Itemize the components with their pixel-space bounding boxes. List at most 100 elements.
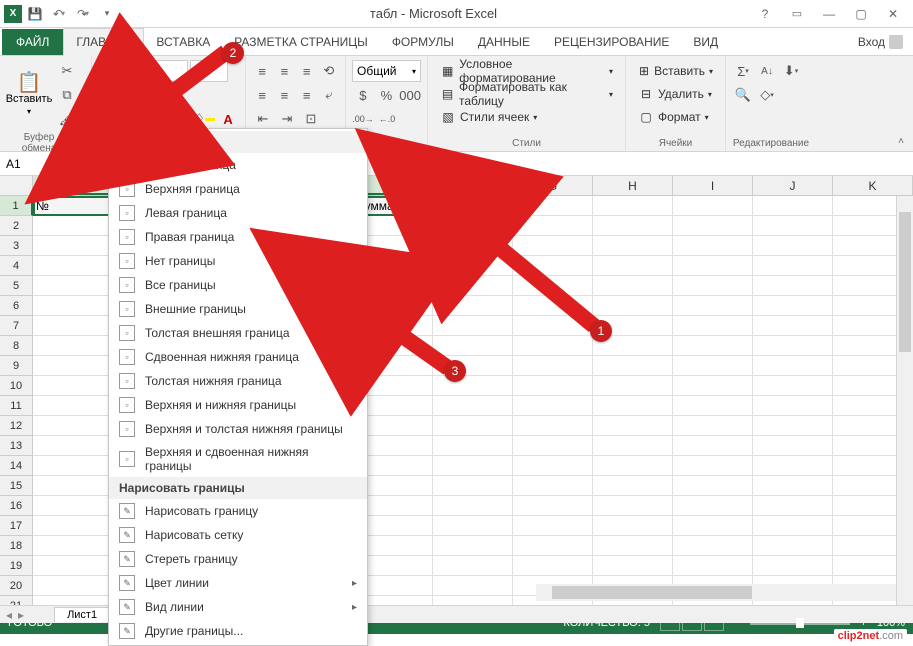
tab-formulas[interactable]: ФОРМУЛЫ bbox=[380, 29, 466, 55]
cell[interactable] bbox=[753, 496, 833, 516]
cell[interactable] bbox=[513, 316, 593, 336]
cell[interactable] bbox=[593, 416, 673, 436]
cell[interactable] bbox=[673, 256, 753, 276]
horizontal-scrollbar[interactable] bbox=[536, 584, 896, 601]
cell[interactable] bbox=[433, 516, 513, 536]
cell[interactable] bbox=[593, 236, 673, 256]
name-box[interactable]: A1 ▾ bbox=[0, 152, 100, 175]
cell[interactable] bbox=[753, 456, 833, 476]
menu-item[interactable]: ✎Нарисовать сетку bbox=[109, 523, 367, 547]
cell[interactable] bbox=[593, 516, 673, 536]
align-top-button[interactable]: ≡ bbox=[252, 60, 272, 82]
cell[interactable] bbox=[593, 396, 673, 416]
cell[interactable] bbox=[33, 576, 113, 596]
cell[interactable] bbox=[753, 536, 833, 556]
cell[interactable] bbox=[673, 536, 753, 556]
row-header[interactable]: 7 bbox=[0, 316, 33, 336]
minimize-button[interactable]: — bbox=[815, 3, 843, 25]
cell[interactable] bbox=[753, 256, 833, 276]
format-painter-button[interactable]: 🖌 bbox=[56, 108, 78, 130]
col-header-K[interactable]: K bbox=[833, 176, 913, 195]
cell[interactable] bbox=[673, 216, 753, 236]
signin-link[interactable]: Вход bbox=[848, 29, 913, 55]
menu-item[interactable]: ▫Правая граница bbox=[109, 225, 367, 249]
cell[interactable] bbox=[33, 416, 113, 436]
cell[interactable] bbox=[513, 336, 593, 356]
row-header[interactable]: 14 bbox=[0, 456, 33, 476]
cell[interactable] bbox=[593, 376, 673, 396]
vertical-scrollbar[interactable] bbox=[896, 196, 913, 614]
insert-cells-button[interactable]: ⊞Вставить▾ bbox=[632, 60, 719, 82]
cell[interactable] bbox=[593, 256, 673, 276]
cell[interactable] bbox=[753, 396, 833, 416]
orientation-button[interactable]: ⟲ bbox=[319, 60, 339, 82]
tab-view[interactable]: ВИД bbox=[681, 29, 730, 55]
paste-button[interactable]: 📋 Вставить ▾ bbox=[6, 60, 52, 130]
cell[interactable] bbox=[673, 196, 753, 216]
row-header[interactable]: 15 bbox=[0, 476, 33, 496]
menu-item[interactable]: ▫Сдвоенная нижняя граница bbox=[109, 345, 367, 369]
cell[interactable] bbox=[673, 336, 753, 356]
cell[interactable] bbox=[513, 256, 593, 276]
tab-home[interactable]: ГЛАВНАЯ bbox=[63, 28, 144, 56]
cell[interactable] bbox=[673, 316, 753, 336]
font-name-combo[interactable]: Calibri bbox=[98, 60, 188, 82]
cell[interactable] bbox=[433, 276, 513, 296]
cell[interactable] bbox=[753, 556, 833, 576]
menu-item[interactable]: ▫Толстая нижняя граница bbox=[109, 369, 367, 393]
col-header-I[interactable]: I bbox=[673, 176, 753, 195]
cell[interactable] bbox=[513, 356, 593, 376]
cut-button[interactable]: ✂ bbox=[56, 60, 78, 82]
menu-item[interactable]: ▫Верхняя граница bbox=[109, 177, 367, 201]
row-header[interactable]: 3 bbox=[0, 236, 33, 256]
cell[interactable] bbox=[753, 476, 833, 496]
qat-customize[interactable]: ▾ bbox=[96, 3, 118, 25]
fill-button[interactable]: ⬇▾ bbox=[780, 60, 802, 82]
cell[interactable] bbox=[593, 496, 673, 516]
font-size-combo[interactable]: 11 bbox=[190, 60, 228, 82]
clipboard-launcher[interactable]: ◢ bbox=[74, 138, 85, 149]
cell[interactable] bbox=[593, 476, 673, 496]
find-select-button[interactable]: 🔍 bbox=[732, 84, 754, 106]
cell[interactable] bbox=[673, 296, 753, 316]
cell[interactable] bbox=[753, 416, 833, 436]
cell[interactable] bbox=[33, 516, 113, 536]
copy-button[interactable]: ⧉ bbox=[56, 84, 78, 106]
merge-button[interactable]: ⊡ bbox=[300, 108, 322, 130]
row-header[interactable]: 11 bbox=[0, 396, 33, 416]
italic-button[interactable]: К bbox=[122, 108, 144, 130]
cell[interactable] bbox=[513, 456, 593, 476]
menu-item[interactable]: ✎Стереть границу bbox=[109, 547, 367, 571]
conditional-formatting-button[interactable]: ▦Условное форматирование▾ bbox=[434, 60, 619, 82]
tab-insert[interactable]: ВСТАВКА bbox=[144, 29, 222, 55]
cell[interactable] bbox=[753, 316, 833, 336]
cell[interactable] bbox=[673, 236, 753, 256]
cell[interactable] bbox=[673, 396, 753, 416]
row-header[interactable]: 13 bbox=[0, 436, 33, 456]
delete-cells-button[interactable]: ⊟Удалить▾ bbox=[632, 83, 719, 105]
cell[interactable] bbox=[433, 436, 513, 456]
cell[interactable] bbox=[33, 436, 113, 456]
increase-indent-button[interactable]: ⇥ bbox=[276, 108, 298, 130]
cell[interactable] bbox=[33, 296, 113, 316]
cell[interactable] bbox=[513, 276, 593, 296]
redo-button[interactable]: ↷▾ bbox=[72, 3, 94, 25]
cell[interactable] bbox=[513, 536, 593, 556]
row-header[interactable]: 1 bbox=[0, 196, 33, 216]
cell[interactable] bbox=[433, 476, 513, 496]
decrease-indent-button[interactable]: ⇤ bbox=[252, 108, 274, 130]
cell[interactable] bbox=[753, 336, 833, 356]
cell[interactable] bbox=[33, 336, 113, 356]
cell[interactable] bbox=[593, 296, 673, 316]
borders-button[interactable]: ▦▾ bbox=[169, 108, 191, 130]
row-header[interactable]: 19 bbox=[0, 556, 33, 576]
autosum-button[interactable]: Σ▾ bbox=[732, 60, 754, 82]
menu-item[interactable]: ✎Цвет линии▸ bbox=[109, 571, 367, 595]
menu-item[interactable]: ▫Нижняя граница bbox=[109, 153, 367, 177]
maximize-button[interactable]: ▢ bbox=[847, 3, 875, 25]
cell[interactable] bbox=[673, 516, 753, 536]
cell[interactable] bbox=[673, 556, 753, 576]
cell[interactable] bbox=[513, 236, 593, 256]
row-header[interactable]: 16 bbox=[0, 496, 33, 516]
cell[interactable] bbox=[753, 236, 833, 256]
